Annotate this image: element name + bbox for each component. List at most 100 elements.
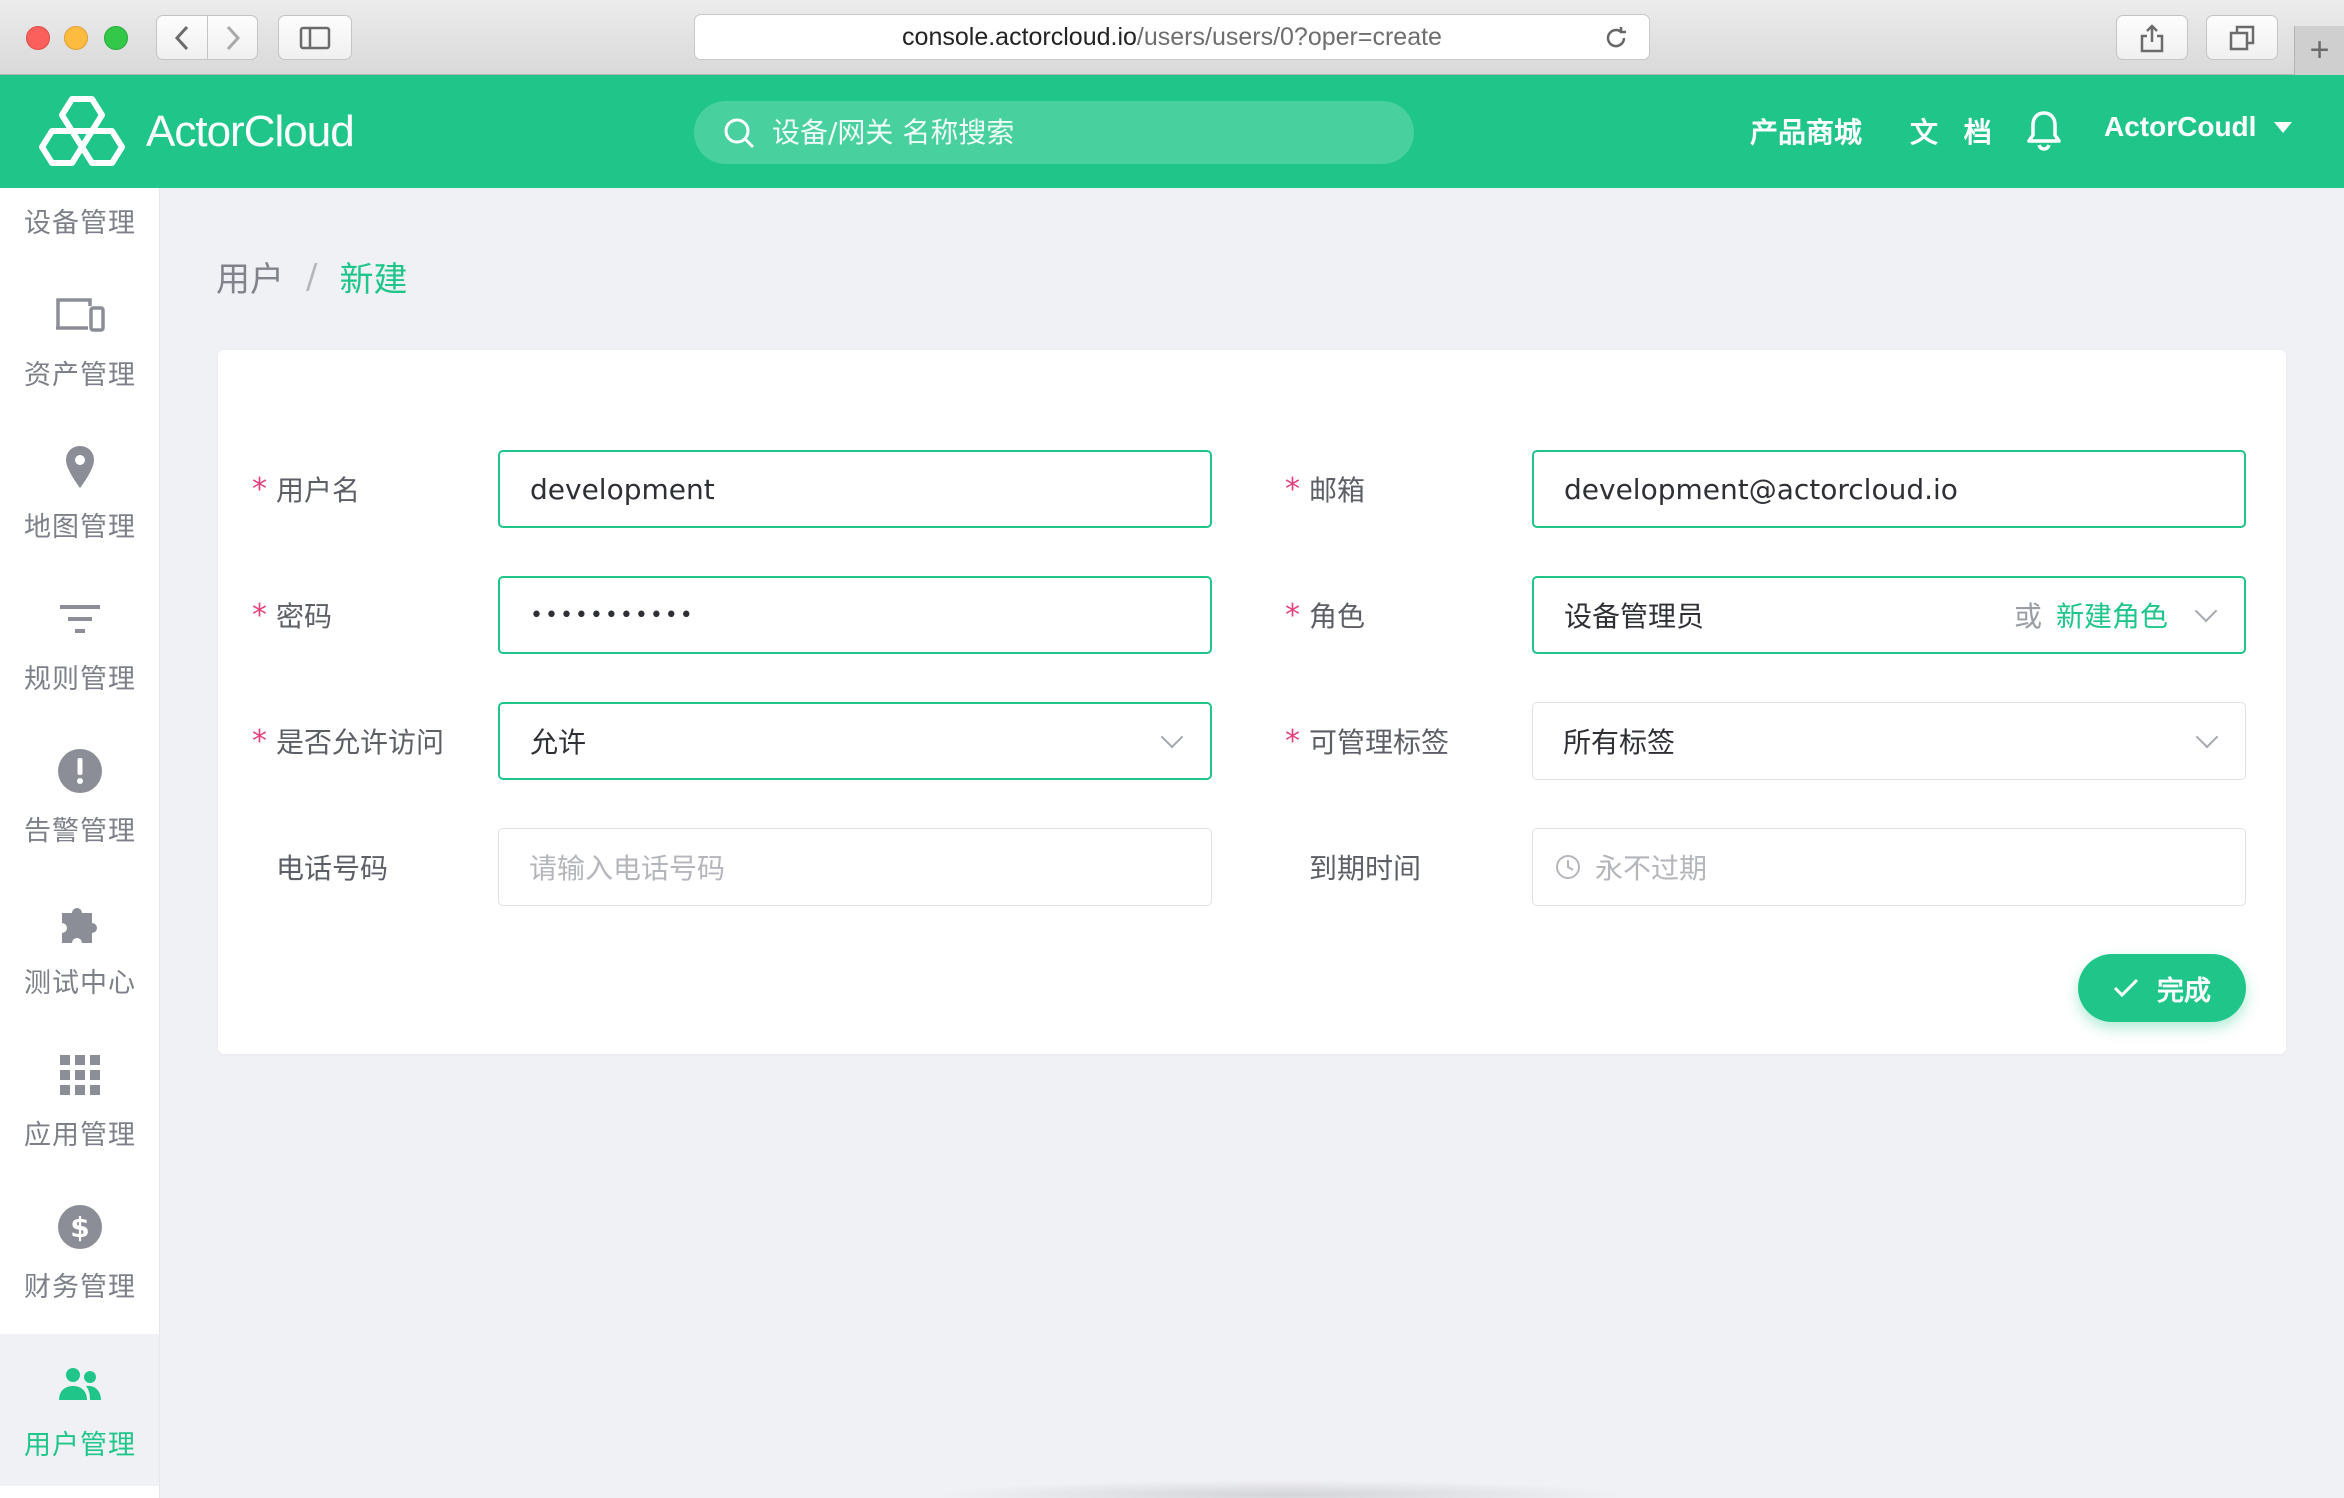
breadcrumb: 用户 / 新建 <box>216 252 407 301</box>
apps-grid-icon <box>60 1049 100 1101</box>
user-menu[interactable]: ActorCoudl <box>2104 111 2293 143</box>
logo[interactable]: ActorCloud <box>38 93 355 171</box>
sidebar-item-users[interactable]: 用户管理 <box>0 1334 159 1486</box>
sidebar-icon <box>299 26 331 49</box>
url-host: console.actorcloud.io <box>902 22 1137 51</box>
filter-icon <box>58 593 102 645</box>
expiry-datepicker[interactable]: 永不过期 <box>1532 828 2246 906</box>
url-path: /users/users/0?oper=create <box>1136 22 1442 51</box>
email-label: * 邮箱 <box>1285 450 1365 528</box>
tags-value: 所有标签 <box>1563 726 1676 759</box>
access-label-text: 是否允许访问 <box>276 726 445 759</box>
assets-icon <box>54 289 106 341</box>
phone-placeholder: 请输入电话号码 <box>529 852 726 885</box>
bottom-shadow <box>930 1480 1630 1498</box>
tabs-overview-button[interactable] <box>2206 15 2278 60</box>
sidebar-item-alerts[interactable]: 告警管理 <box>0 720 159 872</box>
password-label: * 密码 <box>252 576 332 654</box>
chevron-down-icon <box>2194 599 2218 623</box>
breadcrumb-users-link[interactable]: 用户 <box>216 252 284 301</box>
access-value: 允许 <box>530 726 587 759</box>
expiry-placeholder: 永不过期 <box>1595 852 1708 885</box>
sidebar-item-label: 规则管理 <box>24 663 136 695</box>
users-icon <box>56 1359 104 1411</box>
reload-icon[interactable] <box>1603 25 1629 51</box>
sidebar-item-map[interactable]: 地图管理 <box>0 416 159 568</box>
password-label-text: 密码 <box>276 600 333 633</box>
required-asterisk: * <box>1285 597 1300 633</box>
required-asterisk: * <box>1285 471 1300 507</box>
password-value: ••••••••••• <box>530 602 695 628</box>
email-label-text: 邮箱 <box>1309 474 1366 507</box>
username-field[interactable]: development <box>498 450 1212 528</box>
tags-select[interactable]: 所有标签 <box>1532 702 2246 780</box>
required-asterisk: * <box>1285 723 1300 759</box>
caret-down-icon <box>2274 121 2293 133</box>
sidebar-item-devices[interactable]: 设备管理 <box>0 188 159 264</box>
required-asterisk: * <box>252 471 267 507</box>
user-form-card: * 用户名 development * 邮箱 development@actor… <box>218 350 2286 1054</box>
email-field[interactable]: development@actorcloud.io <box>1532 450 2246 528</box>
alert-icon <box>57 745 103 797</box>
expiry-label: 到期时间 <box>1285 828 1421 906</box>
share-icon <box>2140 23 2164 52</box>
sidebar-item-finance[interactable]: $ 财务管理 <box>0 1176 159 1328</box>
email-value: development@actorcloud.io <box>1564 472 1958 506</box>
puzzle-icon <box>56 897 104 949</box>
search-icon <box>724 118 755 148</box>
devices-icon <box>57 188 103 189</box>
breadcrumb-separator: / <box>306 256 318 297</box>
sidebar-item-label: 设备管理 <box>24 207 136 239</box>
tabs-icon <box>2229 25 2255 50</box>
share-button[interactable] <box>2116 15 2188 60</box>
forward-button[interactable] <box>207 16 257 59</box>
sidebar-item-test-center[interactable]: 测试中心 <box>0 872 159 1024</box>
new-tab-button[interactable]: + <box>2294 26 2344 75</box>
address-bar[interactable]: console.actorcloud.io/users/users/0?oper… <box>694 14 1650 60</box>
minimize-window-button[interactable] <box>64 26 88 50</box>
tags-label-text: 可管理标签 <box>1309 726 1450 759</box>
phone-field[interactable]: 请输入电话号码 <box>498 828 1212 906</box>
back-button[interactable] <box>157 16 207 59</box>
global-search[interactable] <box>694 101 1414 164</box>
sidebar-item-label: 告警管理 <box>24 815 136 847</box>
tags-label: * 可管理标签 <box>1285 702 1449 780</box>
submit-button[interactable]: 完成 <box>2078 954 2246 1022</box>
new-role-link[interactable]: 新建角色 <box>2056 595 2168 635</box>
logo-text: ActorCloud <box>146 107 355 156</box>
close-window-button[interactable] <box>26 26 50 50</box>
sidebar-item-assets[interactable]: 资产管理 <box>0 264 159 416</box>
sidebar-item-apps[interactable]: 应用管理 <box>0 1024 159 1176</box>
breadcrumb-current: 新建 <box>339 260 408 300</box>
check-icon <box>2113 978 2139 998</box>
zoom-window-button[interactable] <box>104 26 128 50</box>
chevron-down-icon <box>2195 725 2219 749</box>
sidebar-item-label: 财务管理 <box>24 1271 136 1303</box>
username-label-text: 用户名 <box>276 474 361 507</box>
sidebar: 设备管理 资产管理 地图管理 规则管理 告警管理 测试中心 应用管理 $ 财务管… <box>0 188 160 1498</box>
search-input[interactable] <box>772 116 1372 149</box>
required-asterisk: * <box>252 723 267 759</box>
chevron-left-icon <box>174 25 189 50</box>
bell-icon[interactable] <box>2026 109 2062 151</box>
access-select[interactable]: 允许 <box>498 702 1212 780</box>
svg-text:$: $ <box>70 1211 89 1244</box>
username-label: * 用户名 <box>252 450 360 528</box>
sidebar-toggle-button[interactable] <box>278 15 352 60</box>
password-field[interactable]: ••••••••••• <box>498 576 1212 654</box>
chevron-down-icon <box>1160 725 1184 749</box>
role-label: * 角色 <box>1285 576 1365 654</box>
role-or-text: 或 <box>2013 600 2042 633</box>
sidebar-item-label: 地图管理 <box>24 511 136 543</box>
role-label-text: 角色 <box>1309 600 1366 633</box>
access-label: * 是否允许访问 <box>252 702 444 780</box>
app-header: ActorCloud 产品商城 文 档 ActorCoudl <box>0 75 2344 188</box>
docs-link[interactable]: 文 档 <box>1910 111 2000 151</box>
dollar-icon: $ <box>57 1201 103 1253</box>
username-value: development <box>530 472 715 506</box>
product-store-link[interactable]: 产品商城 <box>1750 111 1862 151</box>
sidebar-item-rules[interactable]: 规则管理 <box>0 568 159 720</box>
required-asterisk: * <box>252 597 267 633</box>
browser-chrome: console.actorcloud.io/users/users/0?oper… <box>0 0 2344 75</box>
role-select[interactable]: 设备管理员 或 新建角色 <box>1532 576 2246 654</box>
